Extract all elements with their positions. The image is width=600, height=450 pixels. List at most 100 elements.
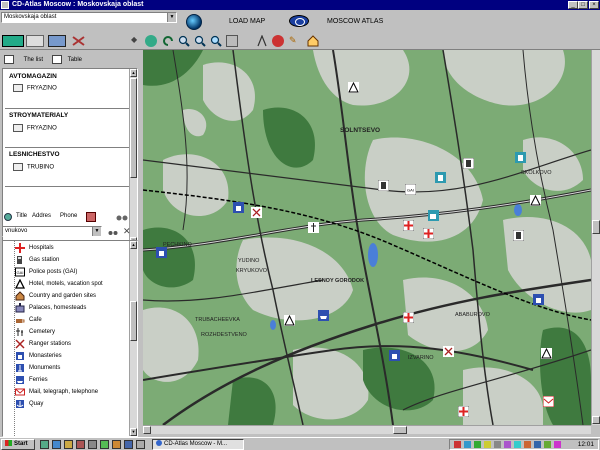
police-gai-icon[interactable]: GAI — [405, 184, 416, 195]
map-vertical-scrollbar[interactable] — [591, 50, 600, 425]
clear-icon[interactable]: ✕ — [123, 226, 133, 236]
cafe-cup-icon[interactable] — [428, 210, 439, 221]
tent-icon[interactable] — [541, 348, 552, 359]
scroll-up-button[interactable]: ▲ — [130, 69, 137, 77]
cemetery-icon[interactable] — [308, 222, 319, 233]
quick-launch-icon[interactable] — [40, 440, 49, 449]
find-icon[interactable] — [108, 227, 118, 237]
list-item[interactable]: FRYAZINO — [13, 124, 57, 132]
quick-launch-icon[interactable] — [88, 440, 97, 449]
tray-icon[interactable] — [464, 441, 471, 448]
minimize-button[interactable]: _ — [568, 1, 578, 9]
scroll-thumb[interactable] — [393, 426, 407, 434]
quick-launch-icon[interactable] — [100, 440, 109, 449]
quick-launch-icon[interactable] — [64, 440, 73, 449]
search-tab-title[interactable]: Title — [16, 213, 27, 219]
results-scrollbar[interactable]: ▲ ▼ — [129, 69, 137, 245]
measure-icon[interactable] — [256, 34, 268, 47]
monastery-icon[interactable] — [533, 294, 544, 305]
gear-icon[interactable] — [3, 212, 13, 222]
scroll-thumb[interactable] — [130, 78, 137, 178]
start-button[interactable]: Start — [1, 439, 35, 450]
search-input[interactable]: vnukovo ▼ — [2, 226, 102, 237]
clock[interactable]: 12:01 — [578, 440, 594, 449]
palace-icon[interactable] — [515, 152, 526, 163]
maximize-button[interactable]: □ — [578, 1, 588, 9]
binoculars-icon[interactable] — [116, 212, 128, 222]
tab-the-list[interactable]: The list — [4, 54, 43, 66]
legend-item-quay[interactable]: Quay — [16, 398, 43, 410]
moscow-atlas-label[interactable]: MOSCOW ATLAS — [327, 18, 383, 25]
key-icon[interactable]: ✎ — [289, 35, 301, 47]
legend-item-ferries[interactable]: Ferries — [16, 374, 48, 386]
search-map-icon[interactable] — [48, 35, 66, 47]
tray-icon[interactable] — [554, 441, 561, 448]
load-map-globe-icon[interactable] — [186, 14, 202, 30]
quick-launch-icon[interactable] — [124, 440, 133, 449]
tray-icon[interactable] — [494, 441, 501, 448]
scroll-left-button[interactable] — [143, 426, 151, 434]
legend-item-hospitals[interactable]: Hospitals — [15, 242, 54, 254]
legend-item-monasteries[interactable]: Monasteries — [16, 350, 62, 362]
map-horizontal-scrollbar[interactable] — [143, 425, 591, 434]
scroll-thumb[interactable] — [130, 301, 137, 341]
legend-item-ranger-stations[interactable]: Ranger stations — [15, 338, 71, 350]
tray-icon[interactable] — [474, 441, 481, 448]
hospital-cross-icon[interactable] — [403, 220, 414, 231]
tray-icon[interactable] — [484, 441, 491, 448]
legend-item-gas-station[interactable]: Gas station — [17, 254, 59, 266]
gas-pump-icon[interactable] — [513, 230, 524, 241]
monastery-icon[interactable] — [233, 202, 244, 213]
quick-launch-icon[interactable] — [112, 440, 121, 449]
close-button[interactable]: × — [589, 1, 599, 9]
phone-book-icon[interactable] — [86, 212, 96, 222]
list-item[interactable]: TRUBINO — [13, 163, 54, 171]
list-item[interactable]: FRYAZINO — [13, 84, 57, 92]
globe-small-icon[interactable] — [145, 35, 157, 47]
home-icon[interactable] — [307, 35, 319, 47]
hospital-cross-icon[interactable] — [403, 312, 414, 323]
tray-icon[interactable] — [524, 441, 531, 448]
legend-item-hotels[interactable]: Hotel, motels, vacation spot — [15, 278, 103, 290]
gas-pump-icon[interactable] — [378, 180, 389, 191]
hospital-cross-icon[interactable] — [423, 228, 434, 239]
ranger-axes-icon[interactable] — [443, 346, 454, 357]
search-tab-address[interactable]: Addres — [32, 213, 51, 219]
zoom-in-icon[interactable] — [178, 35, 190, 47]
quick-launch-icon[interactable] — [76, 440, 85, 449]
legend-item-cafe[interactable]: Cafe — [16, 314, 42, 326]
region-select[interactable]: Moskovskaja oblast ▼ — [1, 12, 177, 23]
tent-icon[interactable] — [348, 82, 359, 93]
chevron-down-icon[interactable]: ▼ — [167, 13, 176, 22]
scroll-down-button[interactable] — [592, 416, 600, 424]
view-mode-icon[interactable] — [2, 35, 24, 47]
legend-item-palaces[interactable]: Palaces, homesteads — [15, 302, 86, 314]
magnifier-icon[interactable] — [210, 35, 222, 47]
palette-icon[interactable] — [272, 35, 284, 47]
palace-icon[interactable] — [435, 172, 446, 183]
tray-icon[interactable] — [514, 441, 521, 448]
tray-icon[interactable] — [454, 441, 461, 448]
zoom-out-icon[interactable] — [194, 35, 206, 47]
taskbar-task-cd-atlas[interactable]: CD-Atlas Moscow - M... — [152, 439, 244, 450]
quick-launch-icon[interactable] — [52, 440, 61, 449]
legend-item-monuments[interactable]: Monuments — [16, 362, 60, 374]
chevron-down-icon[interactable]: ▼ — [92, 227, 101, 236]
back-arrow-icon[interactable] — [162, 35, 174, 47]
monastery-icon[interactable] — [156, 247, 167, 258]
tab-table[interactable]: Table — [52, 54, 82, 66]
hospital-cross-icon[interactable] — [458, 406, 469, 417]
gas-pump-icon[interactable] — [463, 158, 474, 169]
open-book-icon[interactable] — [26, 35, 44, 47]
map-view[interactable]: SOLNTSEVO YUDINO KRYUKOVO LESNOY GORODOK… — [143, 50, 591, 425]
load-map-label[interactable]: LOAD MAP — [229, 18, 265, 25]
tray-icon[interactable] — [534, 441, 541, 448]
legend-list[interactable]: Hospitals Gas station GAI Police posts (… — [2, 240, 138, 437]
scroll-thumb[interactable] — [592, 220, 600, 234]
scroll-up-button[interactable]: ▲ — [130, 241, 137, 249]
ferry-icon[interactable] — [318, 310, 329, 321]
legend-item-police-posts[interactable]: GAI Police posts (GAI) — [15, 266, 77, 278]
legend-item-mail[interactable]: Mail, telegraph, telephone — [15, 386, 98, 398]
monastery-icon[interactable] — [389, 350, 400, 361]
tent-icon[interactable] — [284, 315, 295, 326]
